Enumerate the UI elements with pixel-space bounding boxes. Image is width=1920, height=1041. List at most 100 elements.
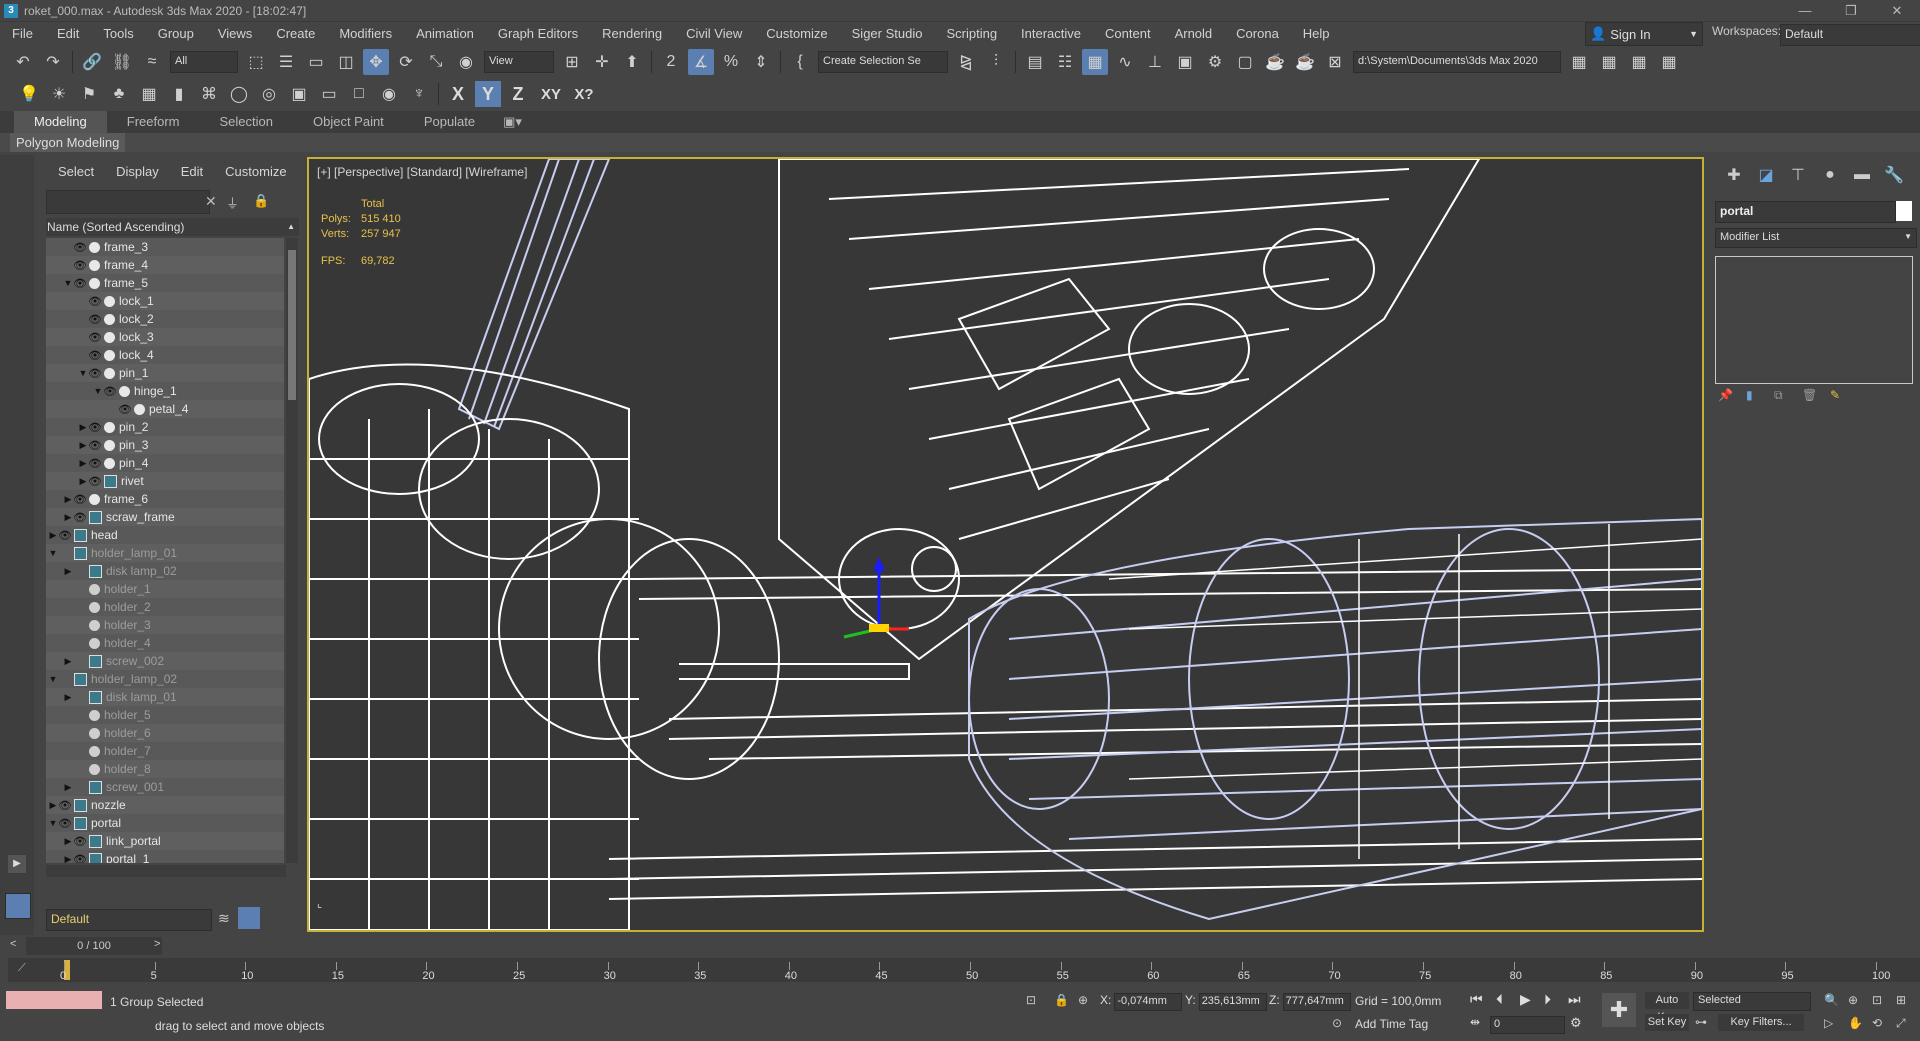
utilities-tab-icon[interactable]: 🔧 [1878, 165, 1910, 185]
visibility-eye-icon[interactable]: 👁 [58, 529, 72, 542]
project-new-icon[interactable]: ▦ [1596, 49, 1622, 75]
expand-toggle-icon[interactable]: ▼ [48, 818, 58, 828]
time-slider[interactable]: < 0 / 100 > [8, 937, 1568, 955]
tree-row[interactable]: ▼ holder_lamp_01 [46, 544, 284, 562]
expand-toggle-icon[interactable]: ▼ [48, 674, 58, 684]
visibility-eye-icon[interactable]: 👁 [73, 241, 87, 254]
render-production-icon[interactable]: ☕ [1262, 49, 1288, 75]
column-header[interactable]: Name (Sorted Ascending) ▲ [46, 218, 299, 236]
expand-toggle-icon[interactable]: ▶ [78, 476, 88, 487]
viewport-label[interactable]: [+] [Perspective] [Standard] [Wireframe] [317, 165, 527, 179]
menu-siger-studio[interactable]: Siger Studio [840, 22, 935, 46]
prev-frame-arrow-icon[interactable]: < [10, 938, 16, 950]
box-icon[interactable]: ▣ [286, 81, 312, 107]
percent-snap-icon[interactable]: % [718, 49, 744, 75]
next-frame-icon[interactable]: ⏵ [1544, 991, 1551, 1008]
project-settings-icon[interactable]: ▦ [1656, 49, 1682, 75]
spline-icon[interactable]: ⌘ [196, 81, 222, 107]
coord-y-field[interactable]: 235,613mm [1198, 993, 1267, 1011]
select-object-icon[interactable]: ⬚ [243, 49, 269, 75]
menu-interactive[interactable]: Interactive [1009, 22, 1093, 46]
menu-corona[interactable]: Corona [1224, 22, 1291, 46]
go-to-start-icon[interactable]: ⏮ [1470, 991, 1483, 1008]
tree-row[interactable]: ▶ 👁 link_portal [46, 832, 284, 850]
tree-row[interactable]: ▶ disk lamp_01 [46, 688, 284, 706]
go-to-end-icon[interactable]: ⏭ [1568, 991, 1581, 1008]
menu-edit[interactable]: Edit [45, 22, 91, 46]
expand-toggle-icon[interactable]: ▼ [63, 278, 73, 288]
object-name-field[interactable]: portal [1715, 201, 1896, 223]
menu-create[interactable]: Create [264, 22, 327, 46]
tree-row[interactable]: ▼ 👁 hinge_1 [46, 382, 284, 400]
tree-row[interactable]: ▼ 👁 pin_1 [46, 364, 284, 382]
explorer-menu-customize[interactable]: Customize [214, 164, 297, 179]
eye-icon[interactable]: ◉ [376, 81, 402, 107]
lock-icon[interactable]: 🔒 [253, 193, 269, 209]
tree-row[interactable]: ▶ 👁 frame_6 [46, 490, 284, 508]
coord-x-field[interactable]: -0,074mm [1114, 993, 1183, 1011]
expand-toggle-icon[interactable]: ▶ [48, 800, 58, 811]
project-open-icon[interactable]: ▦ [1566, 49, 1592, 75]
pin-stack-icon[interactable]: 📌 [1718, 388, 1746, 402]
show-end-result-icon[interactable]: ▮ [1746, 388, 1774, 402]
object-color-swatch[interactable] [1896, 201, 1912, 221]
named-selection-dropdown[interactable]: Create Selection Se [818, 51, 948, 73]
tab-populate[interactable]: Populate [404, 111, 495, 133]
visibility-eye-icon[interactable]: 👁 [88, 439, 102, 452]
tree-row[interactable]: 👁 frame_4 [46, 256, 284, 274]
expand-toggle-icon[interactable]: ▶ [63, 512, 73, 523]
schematic-view-icon[interactable]: ⊥ [1142, 49, 1168, 75]
tree-row[interactable]: ▶ disk lamp_02 [46, 562, 284, 580]
menu-animation[interactable]: Animation [404, 22, 486, 46]
modifier-stack[interactable] [1715, 256, 1913, 384]
sphere-icon[interactable]: ◎ [256, 81, 282, 107]
pan-icon[interactable]: ✋ [1848, 1016, 1863, 1030]
zoom-extents-icon[interactable]: ⊡ [1872, 993, 1882, 1007]
torus-icon[interactable]: ◯ [226, 81, 252, 107]
angle-snap-icon[interactable]: ∡ [688, 49, 714, 75]
pivot-center-icon[interactable]: ⊞ [559, 49, 585, 75]
rect-selection-icon[interactable]: ▭ [303, 49, 329, 75]
explorer-menu-select[interactable]: Select [40, 164, 105, 179]
mirror-icon[interactable]: ⧎ [953, 49, 979, 75]
visibility-eye-icon[interactable]: 👁 [73, 511, 87, 524]
expand-toggle-icon[interactable]: ▼ [48, 548, 58, 558]
maxscript-listener[interactable] [6, 991, 102, 1009]
tree-row[interactable]: ▼ holder_lamp_02 [46, 670, 284, 688]
selection-filter-dropdown[interactable]: All [170, 51, 238, 73]
curve-editor-icon[interactable]: ∿ [1112, 49, 1138, 75]
render-iterative-icon[interactable]: ☕ [1292, 49, 1318, 75]
selection-lock-icon[interactable]: 🔒 [1054, 993, 1069, 1007]
expand-toggle-icon[interactable]: ▼ [78, 368, 88, 378]
render-activeshade-icon[interactable]: ⊠ [1322, 49, 1348, 75]
tree-row[interactable]: holder_4 [46, 634, 284, 652]
viewport-layout-icon[interactable] [5, 893, 31, 919]
tree-row[interactable]: ▼ 👁 frame_5 [46, 274, 284, 292]
menu-views[interactable]: Views [206, 22, 264, 46]
tree-row[interactable]: ▶ 👁 nozzle [46, 796, 284, 814]
menu-content[interactable]: Content [1093, 22, 1163, 46]
orbit-icon[interactable]: ⟲ [1872, 1016, 1882, 1030]
ref-coord-dropdown[interactable]: View [484, 51, 554, 73]
visibility-eye-icon[interactable]: 👁 [88, 349, 102, 362]
camera-icon[interactable]: ⚑ [76, 81, 102, 107]
menu-help[interactable]: Help [1291, 22, 1342, 46]
explorer-menu-edit[interactable]: Edit [170, 164, 214, 179]
ribbon-options-icon[interactable]: ▣▾ [495, 111, 530, 133]
visibility-eye-icon[interactable]: 👁 [88, 295, 102, 308]
layer-explorer-toggle-icon[interactable] [238, 907, 260, 929]
tab-freeform[interactable]: Freeform [107, 111, 200, 133]
visibility-eye-icon[interactable]: 👁 [73, 493, 87, 506]
tree-row[interactable]: holder_7 [46, 742, 284, 760]
layer-explorer-icon[interactable]: ☷ [1052, 49, 1078, 75]
time-config-arrows-icon[interactable]: ⇹ [1470, 1015, 1480, 1029]
coord-z-field[interactable]: 777,647mm [1282, 993, 1351, 1011]
bulb-icon[interactable]: ♆ [406, 81, 432, 107]
expand-toggle-icon[interactable]: ▼ [93, 386, 103, 396]
auto-key-button[interactable]: Auto Key [1645, 992, 1689, 1023]
tree-scrollbar[interactable] [286, 238, 298, 863]
restore-button[interactable]: ❐ [1828, 0, 1874, 22]
tree-row[interactable]: holder_2 [46, 598, 284, 616]
expand-toggle-icon[interactable]: ▶ [48, 530, 58, 541]
workspace-select[interactable]: Default [1780, 24, 1920, 46]
